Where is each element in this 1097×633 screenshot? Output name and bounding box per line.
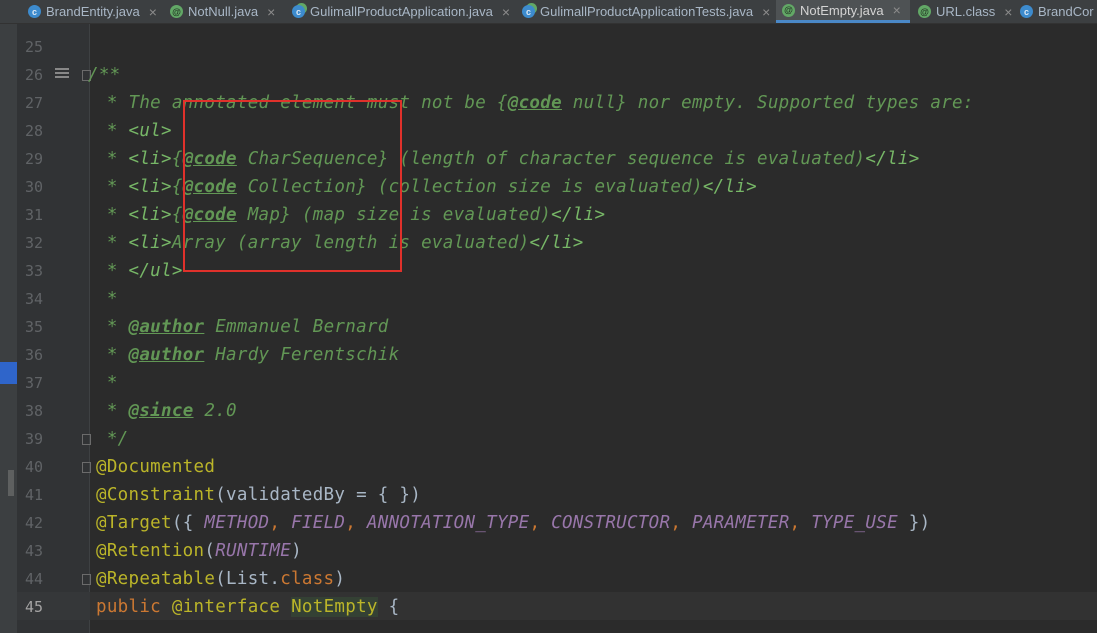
code-line-43[interactable]: @Retention(RUNTIME) xyxy=(96,537,302,565)
line-number: 34 xyxy=(24,290,43,308)
tab-gulimall-product-application[interactable]: c GulimallProductApplication.java × xyxy=(286,0,514,23)
line-number: 41 xyxy=(24,486,43,504)
code-line-38[interactable]: * @since 2.0 xyxy=(96,397,237,425)
code-line-26[interactable]: /** xyxy=(88,61,121,89)
code-line-37[interactable]: * xyxy=(96,369,118,397)
spring-class-icon: c xyxy=(522,5,535,18)
code-line-45[interactable]: public @interface NotEmpty { xyxy=(96,593,399,621)
close-icon[interactable]: × xyxy=(1004,4,1012,20)
code-line-42[interactable]: @Target({ METHOD, FIELD, ANNOTATION_TYPE… xyxy=(96,509,930,537)
fold-icon[interactable] xyxy=(82,574,91,585)
scroll-marker xyxy=(8,470,14,496)
code-line-40[interactable]: @Documented xyxy=(96,453,215,481)
tab-url-class[interactable]: @ URL.class × xyxy=(912,0,1012,23)
line-number: 44 xyxy=(24,570,43,588)
tab-notempty[interactable]: @ NotEmpty.java × xyxy=(776,0,910,23)
tab-brandcontroller[interactable]: c BrandCor xyxy=(1014,0,1097,23)
line-number: 36 xyxy=(24,346,43,364)
annotation-icon: @ xyxy=(782,3,795,17)
close-icon[interactable]: × xyxy=(149,4,157,20)
line-number: 37 xyxy=(24,374,43,392)
highlight-box xyxy=(183,100,402,272)
code-line-28[interactable]: * <ul> xyxy=(96,117,172,145)
line-number: 28 xyxy=(24,122,43,140)
fold-icon[interactable] xyxy=(82,462,91,473)
code-line-44[interactable]: @Repeatable(List.class) xyxy=(96,565,345,593)
line-number: 40 xyxy=(24,458,43,476)
line-number: 42 xyxy=(24,514,43,532)
line-number: 30 xyxy=(24,178,43,196)
rendered-doc-toggle-icon[interactable] xyxy=(55,68,69,80)
line-number: 31 xyxy=(24,206,43,224)
annotation-icon: @ xyxy=(170,5,183,18)
line-number: 33 xyxy=(24,262,43,280)
tab-label: URL.class xyxy=(936,4,996,19)
tab-label: NotEmpty.java xyxy=(800,2,884,18)
line-number: 25 xyxy=(24,38,43,56)
editor-tab-bar: c BrandEntity.java × @ NotNull.java × c … xyxy=(0,0,1097,24)
close-icon[interactable]: × xyxy=(267,4,275,20)
tab-label: BrandCor xyxy=(1038,4,1094,19)
structure-strip xyxy=(0,24,17,633)
line-number: 27 xyxy=(24,94,43,112)
close-icon[interactable]: × xyxy=(502,4,510,20)
line-number: 43 xyxy=(24,542,43,560)
line-number: 35 xyxy=(24,318,43,336)
class-icon: c xyxy=(28,5,41,18)
tab-label: NotNull.java xyxy=(188,4,259,19)
code-line-41[interactable]: @Constraint(validatedBy = { }) xyxy=(96,481,421,509)
tab-label: GulimallProductApplicationTests.java xyxy=(540,4,754,19)
tab-notnull[interactable]: @ NotNull.java × xyxy=(164,0,284,23)
fold-icon[interactable] xyxy=(82,434,91,445)
tab-brandentity[interactable]: c BrandEntity.java × xyxy=(22,0,162,23)
line-number: 32 xyxy=(24,234,43,252)
code-line-34[interactable]: * xyxy=(96,285,118,313)
tab-label: BrandEntity.java xyxy=(46,4,140,19)
close-icon[interactable]: × xyxy=(893,2,901,18)
code-line-39[interactable]: */ xyxy=(96,425,129,453)
spring-class-icon: c xyxy=(292,5,305,18)
annotation-icon: @ xyxy=(918,5,931,18)
line-number: 29 xyxy=(24,150,43,168)
tab-label: GulimallProductApplication.java xyxy=(310,4,493,19)
tab-gulimall-product-application-tests[interactable]: c GulimallProductApplicationTests.java × xyxy=(516,0,774,23)
line-number: 45 xyxy=(24,598,43,616)
close-icon[interactable]: × xyxy=(762,4,770,20)
code-line-36[interactable]: * @author Hardy Ferentschik xyxy=(96,341,399,369)
code-line-35[interactable]: * @author Emmanuel Bernard xyxy=(96,313,389,341)
line-number: 38 xyxy=(24,402,43,420)
line-number: 39 xyxy=(24,430,43,448)
class-icon: c xyxy=(1020,5,1033,18)
code-line-33[interactable]: * </ul> xyxy=(96,257,183,285)
line-number: 26 xyxy=(24,66,43,84)
bookmark-marker xyxy=(0,362,17,384)
